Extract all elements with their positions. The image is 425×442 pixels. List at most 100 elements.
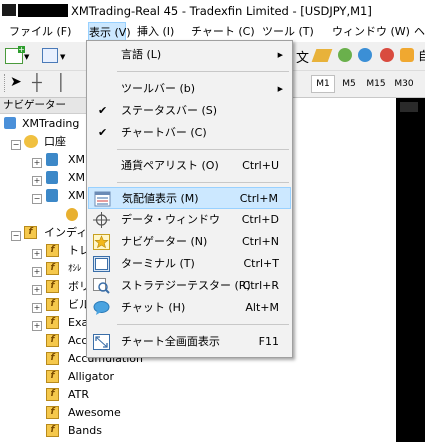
autotrade-icon[interactable] (338, 48, 352, 62)
submenu-arrow-icon: ▶ (277, 85, 283, 93)
menu-item-shortcut: Ctrl+N (241, 235, 279, 248)
menu-window[interactable]: ウィンドウ (W) (332, 22, 410, 42)
tree-item-label: Awesome (68, 406, 121, 419)
menu-separator (117, 182, 289, 183)
indicators-expander[interactable]: − (11, 231, 21, 241)
indicator-folder-icon: f (24, 226, 37, 239)
menu-separator (117, 324, 289, 325)
timeframe-m1[interactable]: M1 (311, 75, 335, 93)
menu-separator (117, 71, 289, 72)
view-menu-chart-bar[interactable]: ✔ チャートバー (C) (88, 122, 291, 144)
timeframe-m30[interactable]: M30 (391, 75, 417, 93)
menu-item-label: データ・ウィンドウ (121, 213, 220, 226)
view-menu-symbols[interactable]: 通貨ペアリスト (O) Ctrl+U (88, 155, 291, 177)
tree-item-label: Alligator (68, 370, 114, 383)
check-icon: ✔ (98, 104, 108, 117)
indicator-icon: f (46, 388, 59, 401)
user-icon (66, 208, 78, 221)
tree-account-3-label: XM (68, 189, 86, 202)
toolbar-text-fragment: 自 (418, 49, 425, 63)
profiles-icon[interactable] (42, 48, 58, 63)
trend-expander[interactable]: + (32, 249, 42, 259)
view-menu-full-screen[interactable]: チャート全画面表示 F11 (88, 331, 291, 353)
menu-help[interactable]: ヘ (414, 22, 425, 42)
check-icon: ✔ (98, 126, 108, 139)
view-menu-toolbars[interactable]: ツールバー (b) ▶ (88, 78, 291, 100)
title-bar: XMTrading-Real 45 - Tradexfin Limited - … (0, 0, 425, 22)
menu-file[interactable]: ファイル (F) (9, 22, 71, 42)
indicator-icon: f (46, 370, 59, 383)
menu-item-label: チャート全画面表示 (121, 335, 220, 348)
menu-item-label: ナビゲーター (N) (121, 235, 208, 248)
chart-title-strip (400, 102, 418, 112)
indicator-icon: f (46, 334, 59, 347)
toolbar-grip (4, 74, 7, 92)
menu-item-label: チャット (H) (121, 301, 186, 314)
profiles-dropdown-icon[interactable]: ▼ (60, 53, 65, 61)
indicator-icon: f (46, 298, 59, 311)
view-menu-language[interactable]: 言語 (L) ▶ (88, 44, 291, 66)
view-menu-dropdown: 言語 (L) ▶ ツールバー (b) ▶ ✔ ステータスバー (S) ✔ チャー… (86, 40, 293, 358)
view-menu-navigator[interactable]: ナビゲーター (N) Ctrl+N (88, 231, 291, 253)
view-menu-status-bar[interactable]: ✔ ステータスバー (S) (88, 100, 291, 122)
menu-item-label: ターミナル (T) (121, 257, 195, 270)
view-menu-strategy-tester[interactable]: ストラテジーテスター (R) Ctrl+R (88, 275, 291, 297)
menu-insert[interactable]: 挿入 (I) (137, 22, 174, 42)
indicator-icon: f (46, 352, 59, 365)
vertical-line-icon[interactable]: │ (56, 73, 66, 92)
tree-item-label: Acc (68, 334, 88, 347)
cursor-icon[interactable]: ➤ (10, 74, 22, 90)
volume-expander[interactable]: + (32, 285, 42, 295)
menu-item-shortcut: Alt+M (245, 301, 279, 314)
account-3-expander[interactable]: − (32, 194, 42, 204)
menu-chart[interactable]: チャート (C) (191, 22, 255, 42)
stop-icon[interactable] (380, 48, 394, 62)
indicator-icon: f (46, 316, 59, 329)
account-icon (46, 171, 58, 184)
menu-bar: ファイル (F) 表示 (V) 挿入 (I) チャート (C) ツール (T) … (0, 22, 425, 42)
tree-account-2-label: XM (68, 171, 86, 184)
app-logo-icon (2, 4, 16, 16)
menu-item-label: 言語 (L) (121, 48, 162, 61)
tree-item-label: ATR (68, 388, 90, 401)
indicator-icon: f (46, 424, 59, 437)
new-chart-icon[interactable]: + (5, 46, 25, 64)
market-icon[interactable] (400, 48, 414, 62)
indicator-icon: f (46, 262, 59, 275)
indicator-icon: f (46, 244, 59, 257)
menu-item-label: ツールバー (b) (121, 82, 196, 95)
view-menu-chat[interactable]: チャット (H) Alt+M (88, 297, 291, 319)
tree-root-label: XMTrading (22, 117, 80, 130)
account-1-expander[interactable]: + (32, 158, 42, 168)
menu-tools[interactable]: ツール (T) (262, 22, 314, 42)
market-watch-icon (94, 191, 111, 207)
oscillator-expander[interactable]: + (32, 267, 42, 277)
crosshair-icon (93, 212, 110, 228)
menu-item-shortcut: Ctrl+D (241, 213, 279, 226)
timeframe-m5[interactable]: M5 (337, 75, 361, 93)
tree-item-label: ｵｼﾚ (68, 264, 82, 274)
indicator-icon: f (46, 406, 59, 419)
menu-item-shortcut: Ctrl+U (242, 159, 279, 172)
signals-icon[interactable] (358, 48, 372, 62)
tree-accounts-label: 口座 (44, 135, 66, 148)
view-menu-market-watch[interactable]: 気配値表示 (M) Ctrl+M (88, 187, 291, 209)
account-2-expander[interactable]: + (32, 176, 42, 186)
view-menu-terminal[interactable]: ターミナル (T) Ctrl+T (88, 253, 291, 275)
menu-item-shortcut: F11 (258, 335, 279, 348)
new-chart-dropdown-icon[interactable]: ▼ (24, 53, 29, 61)
tree-account-1-label: XM (68, 153, 86, 166)
examples-expander[interactable]: + (32, 321, 42, 331)
indicator-icon: f (46, 280, 59, 293)
crosshair-icon[interactable]: ┼ (32, 73, 42, 92)
menu-separator (117, 149, 289, 150)
timeframe-m15[interactable]: M15 (363, 75, 389, 93)
menu-view[interactable]: 表示 (V) (88, 22, 131, 42)
accounts-expander[interactable]: − (11, 140, 21, 150)
experts-icon[interactable] (311, 49, 333, 62)
submenu-arrow-icon: ▶ (277, 51, 283, 59)
full-screen-icon (93, 334, 110, 350)
view-menu-data-window[interactable]: データ・ウィンドウ Ctrl+D (88, 209, 291, 231)
chart-window[interactable] (396, 98, 425, 442)
bill-williams-expander[interactable]: + (32, 303, 42, 313)
